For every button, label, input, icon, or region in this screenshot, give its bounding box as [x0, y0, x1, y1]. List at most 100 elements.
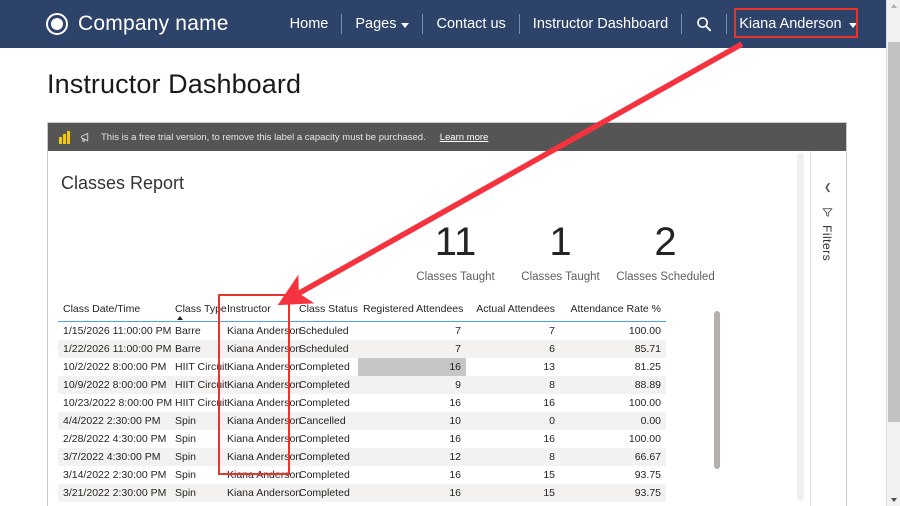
browser-scrollbar-thumb[interactable] — [888, 42, 900, 422]
canvas-scrollbar[interactable] — [797, 153, 804, 501]
table-cell[interactable]: Spin — [170, 412, 222, 430]
table-cell[interactable]: 0 — [466, 412, 560, 430]
table-cell[interactable]: Scheduled — [294, 340, 358, 358]
table-cell[interactable]: 100.00 — [560, 430, 666, 448]
table-cell[interactable]: Spin — [170, 448, 222, 466]
table-cell[interactable]: 88.89 — [560, 376, 666, 394]
table-cell[interactable]: 1/15/2026 11:00:00 PM — [58, 322, 171, 341]
table-cell[interactable]: 3/7/2022 4:30:00 PM — [58, 448, 170, 466]
kpi-card-classes-taught-1[interactable]: 11 Classes Taught — [403, 222, 508, 283]
trial-learn-more-link[interactable]: Learn more — [440, 132, 489, 143]
table-row[interactable]: 4/4/2022 2:30:00 PM Spin Kiana Anderson Can… — [58, 412, 666, 430]
table-cell[interactable]: Kiana Anderson — [222, 394, 301, 412]
table-cell[interactable]: 13 — [466, 358, 560, 376]
table-cell[interactable]: 10/2/2022 8:00:00 PM — [58, 358, 170, 376]
table-cell[interactable]: 12 — [358, 448, 466, 466]
table-cell[interactable]: 15 — [466, 484, 560, 502]
table-cell[interactable]: Kiana Anderson — [222, 430, 301, 448]
column-header-class-type[interactable]: Class Type — [170, 301, 227, 322]
table-row[interactable]: 10/2/2022 8:00:00 PM HIIT Circuit Kiana An… — [58, 358, 666, 376]
scroll-up-arrow-icon[interactable] — [891, 4, 897, 8]
table-cell[interactable]: 16 — [358, 484, 466, 502]
table-cell[interactable]: Completed — [294, 394, 358, 412]
table-cell[interactable]: 0.00 — [560, 412, 666, 430]
table-cell[interactable]: 7 — [358, 340, 466, 358]
table-cell[interactable]: Kiana Anderson — [222, 340, 301, 358]
table-cell[interactable]: Kiana Anderson — [222, 358, 301, 376]
table-cell[interactable]: Completed — [294, 430, 358, 448]
search-button[interactable] — [682, 16, 726, 32]
table-row[interactable]: 3/21/2022 2:30:00 PM Spin Kiana Anderson Co… — [58, 484, 666, 502]
table-cell[interactable]: Kiana Anderson — [222, 376, 301, 394]
table-cell[interactable]: Spin — [170, 466, 222, 484]
table-cell[interactable]: Kiana Anderson — [222, 412, 301, 430]
table-cell[interactable]: 16 — [358, 466, 466, 484]
table-cell[interactable]: Completed — [294, 358, 358, 376]
table-cell[interactable]: HIIT Circuit — [170, 358, 227, 376]
scroll-down-arrow-icon[interactable] — [891, 498, 897, 502]
nav-link-home[interactable]: Home — [277, 13, 342, 35]
table-cell[interactable]: Completed — [294, 484, 358, 502]
table-cell[interactable]: 3/28/2022 2:30:00 PM — [58, 502, 170, 506]
table-row[interactable]: 1/15/2026 11:00:00 PM Barre Kiana Anderson… — [58, 321, 666, 341]
table-cell[interactable]: Scheduled — [294, 322, 358, 341]
column-header-registered-attendees[interactable]: Registered Attendees — [358, 301, 466, 322]
table-cell[interactable]: Kiana Anderson — [222, 322, 301, 341]
table-cell[interactable]: 81.25 — [560, 358, 666, 376]
nav-link-contact-us[interactable]: Contact us — [423, 13, 518, 35]
table-cell[interactable]: 2/28/2022 4:30:00 PM — [58, 430, 170, 448]
table-cell[interactable]: 93.75 — [560, 484, 666, 502]
table-row[interactable]: 10/9/2022 8:00:00 PM HIIT Circuit Kiana An… — [58, 376, 666, 394]
table-cell[interactable]: Barre — [170, 340, 222, 358]
column-header-class-date-time[interactable]: Class Date/Time — [58, 301, 170, 322]
table-cell[interactable]: 6 — [466, 340, 560, 358]
table-cell[interactable]: 3/21/2022 2:30:00 PM — [58, 484, 170, 502]
table-cell[interactable]: HIIT Circuit — [170, 376, 227, 394]
table-cell[interactable]: Barre — [170, 322, 222, 341]
column-header-class-status[interactable]: Class Status — [294, 301, 358, 322]
table-cell[interactable]: 16 — [358, 430, 466, 448]
table-cell[interactable]: 7 — [466, 322, 560, 341]
nav-link-pages[interactable]: Pages — [342, 13, 422, 35]
table-cell[interactable]: 10 — [358, 412, 466, 430]
table-cell[interactable]: 16 — [358, 358, 466, 376]
table-cell[interactable]: 1/22/2026 11:00:00 PM — [58, 340, 171, 358]
table-cell[interactable]: 100.00 — [560, 322, 666, 341]
table-cell[interactable]: Completed — [294, 448, 358, 466]
table-cell[interactable]: Spin — [170, 502, 222, 506]
table-row[interactable]: 3/28/2022 2:30:00 PMSpinKiana AndersonCo… — [58, 502, 666, 506]
kpi-card-classes-taught-2[interactable]: 1 Classes Taught — [508, 222, 613, 283]
user-menu-button[interactable]: Kiana Anderson — [727, 11, 868, 37]
nav-link-instructor-dashboard[interactable]: Instructor Dashboard — [520, 13, 681, 35]
table-cell[interactable]: 93.75 — [560, 466, 666, 484]
table-cell[interactable]: 8 — [466, 448, 560, 466]
table-cell[interactable]: Spin — [170, 430, 222, 448]
filters-collapse-button[interactable]: ❮ — [824, 183, 832, 192]
column-header-actual-attendees[interactable]: Actual Attendees — [466, 301, 560, 322]
table-cell[interactable]: 85.71 — [560, 340, 666, 358]
table-cell[interactable]: 60.00 — [560, 502, 666, 506]
table-cell[interactable]: Spin — [170, 484, 222, 502]
table-cell[interactable]: Completed — [294, 376, 358, 394]
table-row[interactable]: 1/22/2026 11:00:00 PM Barre Kiana Anderson… — [58, 340, 666, 358]
table-cell[interactable]: 7 — [358, 322, 466, 341]
table-cell[interactable]: 10/9/2022 8:00:00 PM — [58, 376, 170, 394]
table-cell[interactable]: 4/4/2022 2:30:00 PM — [58, 412, 170, 430]
table-row[interactable]: 10/23/2022 8:00:00 PM HIIT Circuit Kiana A… — [58, 394, 666, 412]
brand-logo-link[interactable]: Company name — [46, 12, 229, 36]
table-cell[interactable]: 16 — [466, 430, 560, 448]
column-header-instructor[interactable]: Instructor — [222, 301, 294, 322]
table-cell[interactable]: Kiana Anderson — [222, 502, 301, 506]
table-cell[interactable]: HIIT Circuit — [170, 394, 227, 412]
table-cell[interactable]: 100.00 — [560, 394, 666, 412]
browser-scrollbar[interactable] — [886, 0, 900, 506]
table-row[interactable]: 3/14/2022 2:30:00 PM Spin Kiana Anderson Co… — [58, 466, 666, 484]
table-row[interactable]: 3/7/2022 4:30:00 PM Spin Kiana Anderson Com… — [58, 448, 666, 466]
column-header-attendance-rate[interactable]: Attendance Rate % — [560, 301, 666, 322]
table-cell[interactable]: Cancelled — [294, 412, 358, 430]
table-cell[interactable]: 10/23/2022 8:00:00 PM — [58, 394, 172, 412]
table-cell[interactable]: 6 — [466, 502, 560, 506]
table-cell[interactable]: 9 — [358, 376, 466, 394]
table-cell[interactable]: 10 — [358, 502, 466, 506]
table-cell[interactable]: Completed — [294, 502, 358, 506]
